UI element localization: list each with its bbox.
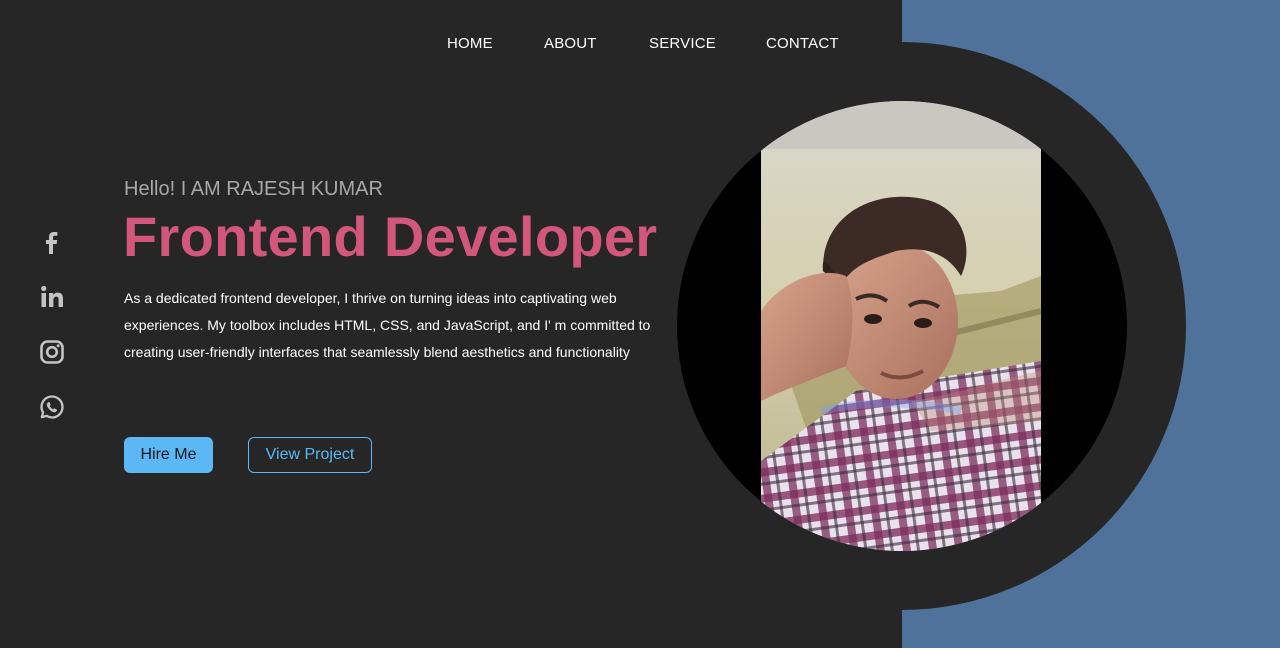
social-links	[38, 228, 68, 448]
whatsapp-icon[interactable]	[38, 393, 66, 421]
nav-link-home[interactable]: HOME	[447, 35, 493, 52]
profile-photo	[761, 101, 1041, 551]
profile-photo-frame	[677, 101, 1127, 551]
hero-title: Frontend Developer	[123, 205, 658, 268]
nav-link-service[interactable]: SERVICE	[649, 35, 716, 52]
nav-link-contact[interactable]: CONTACT	[766, 35, 839, 52]
hire-me-button[interactable]: Hire Me	[124, 437, 213, 473]
linkedin-icon[interactable]	[38, 283, 66, 311]
hero-description: As a dedicated frontend developer, I thr…	[124, 290, 651, 360]
top-navigation: HOME ABOUT SERVICE CONTACT	[0, 35, 1280, 55]
nav-link-about[interactable]: ABOUT	[544, 35, 597, 52]
view-project-button[interactable]: View Project	[248, 437, 372, 473]
instagram-icon[interactable]	[38, 338, 66, 366]
facebook-icon[interactable]	[38, 228, 66, 256]
hero-greeting: Hello! I AM RAJESH KUMAR	[124, 178, 383, 200]
